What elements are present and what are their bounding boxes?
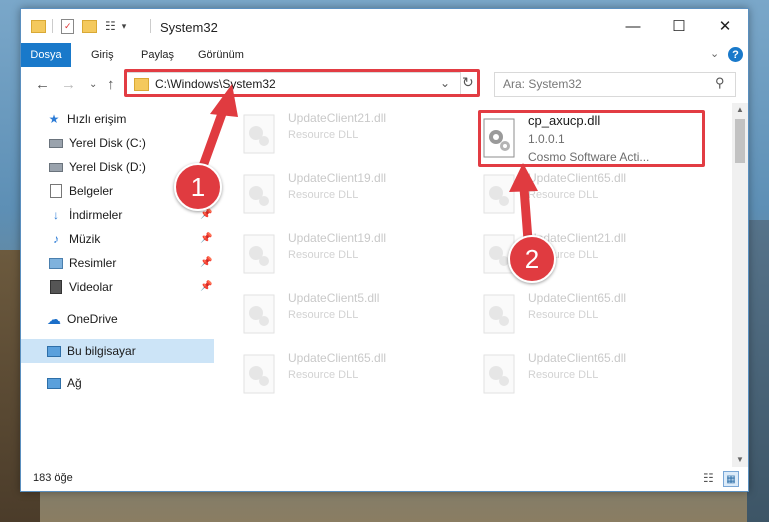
arrow-one-head [210, 84, 238, 117]
callout-badge-one: 1 [174, 163, 222, 211]
arrow-two-shaft [519, 183, 533, 245]
callout-badge-two: 2 [508, 235, 556, 283]
arrow-two-head [509, 163, 538, 192]
annotation-arrows [193, 84, 538, 245]
